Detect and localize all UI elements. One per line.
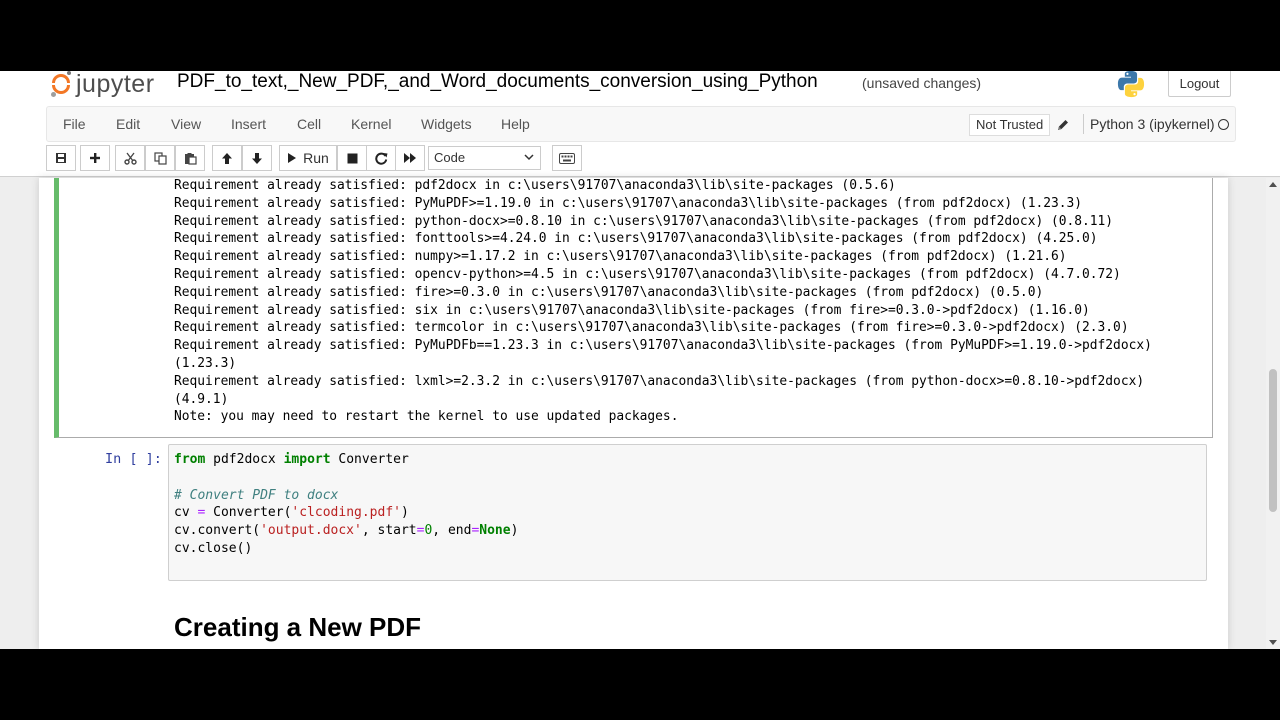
cell-type-select[interactable]: Code [428, 146, 541, 170]
python-logo-icon [1117, 71, 1145, 98]
output-line: (1.23.3) [174, 355, 237, 371]
restart-button[interactable] [366, 145, 396, 171]
code-line: from pdf2docx import Converter [174, 452, 409, 467]
save-icon [56, 153, 66, 163]
menubar: File Edit View Insert Cell Kernel Widget… [46, 106, 1236, 142]
output-line: Requirement already satisfied: lxml>=2.3… [174, 373, 1145, 389]
copy-button[interactable] [145, 145, 175, 171]
input-prompt: In [ ]: [105, 451, 162, 467]
arrow-up-icon [222, 152, 232, 164]
run-button[interactable]: Run [279, 145, 337, 171]
output-line: Requirement already satisfied: python-do… [174, 213, 1114, 229]
output-cell[interactable]: Requirement already satisfied: pdf2docx … [54, 178, 1213, 438]
notebook-title[interactable]: PDF_to_text,_New_PDF,_and_Word_documents… [177, 71, 818, 93]
output-line: Requirement already satisfied: PyMuPDF>=… [174, 195, 1083, 211]
stop-icon [347, 153, 357, 163]
code-line: # Convert PDF to docx [174, 487, 339, 503]
menu-insert[interactable]: Insert [231, 107, 266, 141]
logout-button[interactable]: Logout [1168, 71, 1231, 97]
output-line: Requirement already satisfied: six in c:… [174, 302, 1090, 318]
cut-button[interactable] [115, 145, 145, 171]
output-line: Requirement already satisfied: numpy>=1.… [174, 249, 1067, 265]
scroll-thumb[interactable] [1269, 369, 1277, 512]
fast-forward-icon [404, 153, 416, 163]
menu-cell[interactable]: Cell [297, 107, 321, 141]
menu-view[interactable]: View [171, 107, 201, 141]
scroll-down-icon[interactable] [1269, 640, 1277, 645]
code-line: cv.close() [174, 540, 253, 556]
output-line: Requirement already satisfied: opencv-py… [174, 266, 1121, 282]
cut-icon [123, 152, 137, 165]
jupyter-logo-icon [50, 71, 72, 97]
code-line: cv.convert('output.docx', start=0, end=N… [174, 523, 519, 539]
output-line: Note: you may need to restart the kernel… [174, 409, 679, 425]
menu-kernel[interactable]: Kernel [351, 107, 391, 141]
restart-icon [374, 152, 387, 165]
logo-text: jupyter [76, 71, 155, 98]
scroll-up-icon[interactable] [1269, 182, 1277, 187]
plus-icon [90, 153, 100, 163]
notebook-container: Requirement already satisfied: pdf2docx … [39, 178, 1228, 649]
menu-file[interactable]: File [63, 107, 86, 141]
save-status: (unsaved changes) [862, 75, 982, 91]
jupyter-logo[interactable]: jupyter [50, 71, 155, 97]
output-line: Requirement already satisfied: pdf2docx … [174, 178, 896, 193]
copy-icon [153, 151, 167, 165]
paste-icon [184, 152, 197, 165]
pencil-icon[interactable] [1055, 117, 1071, 133]
output-text: Requirement already satisfied: pdf2docx … [174, 178, 1152, 426]
output-line: Requirement already satisfied: fire>=0.3… [174, 284, 1044, 300]
page-scrollbar[interactable] [1266, 178, 1280, 649]
restart-run-all-button[interactable] [395, 145, 425, 171]
cell-type-value: Code [434, 150, 466, 165]
header: jupyter PDF_to_text,_New_PDF,_and_Word_d… [0, 71, 1280, 177]
output-line: Requirement already satisfied: termcolor… [174, 320, 1129, 336]
code-editor[interactable]: from pdf2docx import Converter ​# Convert… [168, 444, 1207, 581]
menu-help[interactable]: Help [501, 107, 530, 141]
markdown-heading[interactable]: Creating a New PDF [174, 612, 421, 643]
paste-button[interactable] [175, 145, 205, 171]
output-line: (4.9.1) [174, 391, 229, 407]
move-down-button[interactable] [242, 145, 272, 171]
output-line: Requirement already satisfied: fonttools… [174, 231, 1098, 247]
keyboard-icon [559, 152, 575, 164]
kernel-name[interactable]: Python 3 (ipykernel) [1083, 114, 1215, 134]
save-button[interactable] [46, 145, 76, 171]
code-line: ​ [174, 469, 518, 487]
run-label: Run [303, 150, 329, 166]
chevron-down-icon [524, 154, 534, 161]
interrupt-button[interactable] [337, 145, 367, 171]
kernel-idle-icon [1218, 119, 1229, 130]
code-cell[interactable]: In [ ]: from pdf2docx import Converter ​#… [54, 444, 1213, 584]
code-text: from pdf2docx import Converter ​# Convert… [174, 451, 518, 558]
play-icon [288, 153, 297, 163]
arrow-down-icon [252, 152, 262, 164]
jupyter-window: jupyter PDF_to_text,_New_PDF,_and_Word_d… [0, 71, 1280, 649]
insert-cell-button[interactable] [80, 145, 110, 171]
command-palette-button[interactable] [552, 145, 582, 171]
trust-badge[interactable]: Not Trusted [969, 114, 1051, 136]
move-up-button[interactable] [212, 145, 242, 171]
code-line: cv = Converter('clcoding.pdf') [174, 505, 409, 521]
output-line: Requirement already satisfied: PyMuPDFb=… [174, 338, 1152, 354]
menu-edit[interactable]: Edit [116, 107, 140, 141]
menu-widgets[interactable]: Widgets [421, 107, 472, 141]
